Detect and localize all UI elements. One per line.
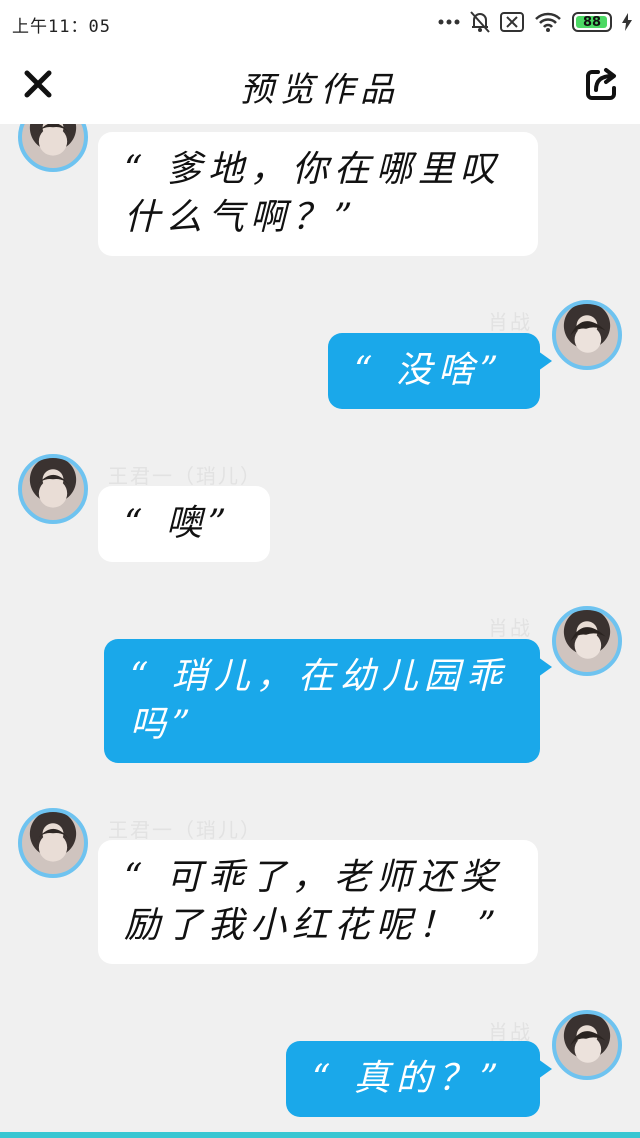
status-bar: 上午11：05 88 [0,0,640,44]
sender-name: 王君一（琑儿） [108,464,262,488]
charging-icon [622,13,632,31]
share-icon [586,68,616,100]
chat-area[interactable]: “ 爹地，你在哪里叹什么气啊？” 肖战 “ 没啥” 王君一（琑儿） “ 噢” 肖… [0,124,640,1132]
bottom-accent-bar [0,1132,640,1138]
sender-name: 肖战 [488,310,532,334]
message-bubble[interactable]: “ 可乖了，老师还奖励了我小红花呢！ ” [98,840,538,964]
status-time: 上午11：05 [12,17,111,37]
avatar[interactable] [18,454,88,524]
battery-level: 88 [582,14,602,30]
wifi-icon [534,11,562,33]
avatar[interactable] [552,606,622,676]
avatar[interactable] [552,300,622,370]
message-bubble[interactable]: “ 真的？” [286,1041,552,1117]
sender-name: 肖战 [488,616,532,640]
message-bubble[interactable]: “ 噢” [98,486,270,562]
status-icons: 88 [438,9,632,35]
message-bubble[interactable]: “ 琑儿，在幼儿园乖吗” [104,639,552,763]
avatar[interactable] [18,808,88,878]
avatar[interactable] [552,1010,622,1080]
no-sim-icon [500,12,524,32]
more-dots-icon [438,19,460,25]
sender-name: 王君一（琑儿） [108,818,262,842]
message-bubble[interactable]: “ 爹地，你在哪里叹什么气啊？” [98,132,538,256]
nav-bar: 预览作品 [0,44,640,124]
message-bubble[interactable]: “ 没啥” [328,333,552,409]
battery-indicator: 88 [572,12,612,32]
share-button[interactable] [584,66,620,102]
avatar[interactable] [18,124,88,172]
mute-bell-icon [470,11,490,33]
page-title: 预览作品 [240,70,400,110]
